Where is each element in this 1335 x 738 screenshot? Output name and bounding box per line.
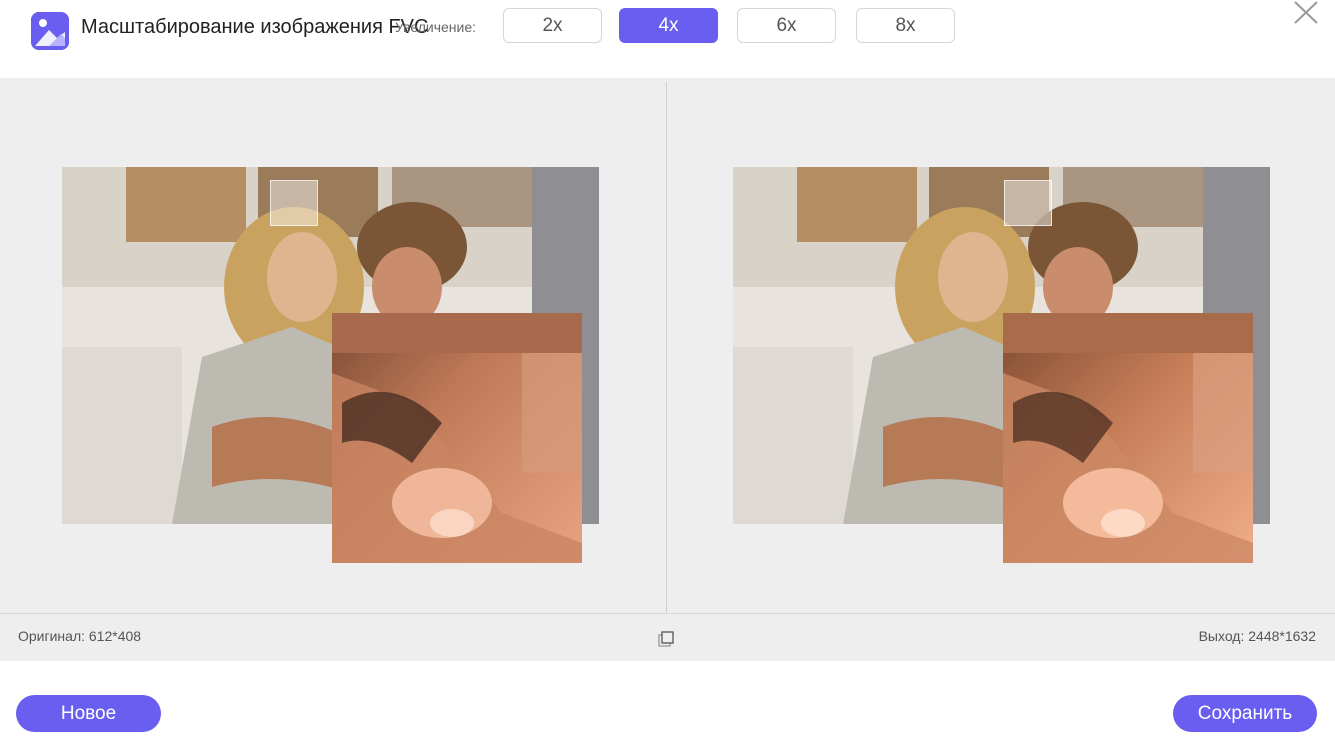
close-button[interactable] bbox=[1292, 0, 1320, 26]
original-size-label: Оригинал: 612*408 bbox=[18, 628, 142, 644]
compare-button[interactable] bbox=[657, 630, 677, 650]
zoom-lens[interactable] bbox=[270, 180, 318, 226]
scale-2x-button[interactable]: 2x bbox=[503, 8, 602, 43]
compare-icon bbox=[658, 631, 674, 647]
output-zoom-view bbox=[1003, 313, 1253, 563]
app-logo-icon bbox=[31, 12, 69, 50]
scale-8x-button[interactable]: 8x bbox=[856, 8, 955, 43]
output-zoom-lens[interactable] bbox=[1004, 180, 1052, 226]
app-title: Масштабирование изображения FVC bbox=[81, 16, 429, 38]
save-button[interactable]: Сохранить bbox=[1173, 695, 1317, 732]
magnification-label: Увеличение: bbox=[395, 19, 477, 35]
info-bar: Оригинал: 612*408 Выход: 2448*1632 bbox=[0, 613, 1335, 661]
scale-6x-button[interactable]: 6x bbox=[737, 8, 836, 43]
new-button[interactable]: Новое bbox=[16, 695, 161, 732]
original-zoom-view bbox=[332, 313, 582, 563]
original-pane bbox=[0, 78, 666, 613]
preview-area bbox=[0, 78, 1335, 613]
output-size-label: Выход: 2448*1632 bbox=[1198, 628, 1316, 644]
header-bar: Масштабирование изображения FVC Увеличен… bbox=[0, 0, 1335, 78]
scale-4x-button[interactable]: 4x bbox=[619, 8, 718, 43]
output-pane bbox=[667, 78, 1333, 613]
close-icon bbox=[1294, 1, 1318, 24]
